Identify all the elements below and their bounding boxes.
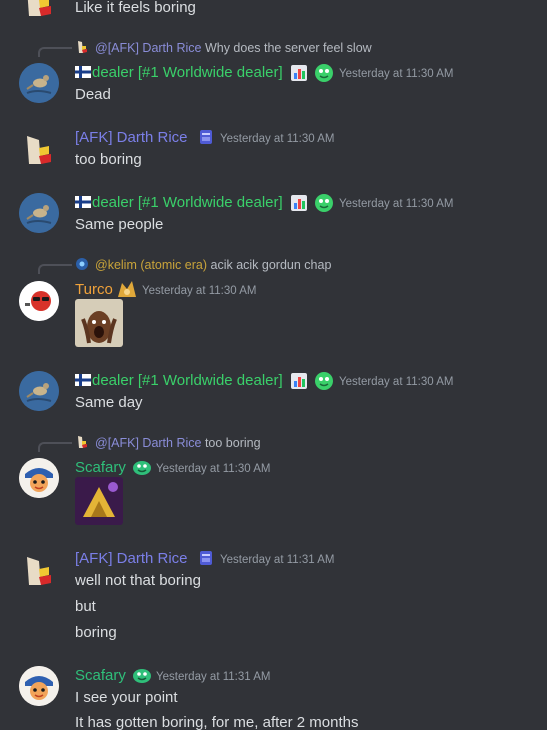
timestamp: Yesterday at 11:30 AM	[339, 198, 454, 210]
reply-username[interactable]: @[AFK] Darth Rice	[95, 436, 201, 450]
username[interactable]: [AFK] Darth Rice	[75, 129, 188, 147]
shocked-face-image[interactable]	[75, 299, 123, 347]
golden-object-image[interactable]	[75, 477, 123, 525]
message-text: well not that boring	[75, 572, 201, 589]
username[interactable]: dealer [#1 Worldwide dealer]	[75, 372, 283, 390]
timestamp: Yesterday at 11:30 AM	[142, 285, 257, 297]
username-text: dealer [#1 Worldwide dealer]	[92, 372, 283, 389]
dealer-avatar[interactable]	[19, 371, 59, 411]
reply-preview[interactable]: @[AFK] Darth Rice too boring	[75, 435, 261, 451]
reply-text: acik acik gordun chap	[210, 258, 332, 272]
username[interactable]: [AFK] Darth Rice	[75, 550, 188, 568]
darth-rice-mini-avatar	[78, 41, 87, 53]
reply-connector	[38, 442, 72, 452]
username[interactable]: Turco	[75, 281, 113, 299]
message-text: Dead	[75, 86, 111, 103]
bar-chart-badge-icon[interactable]	[290, 194, 308, 212]
reply-preview[interactable]: @[AFK] Darth Rice Why does the server fe…	[75, 40, 372, 56]
reply-username[interactable]: @[AFK] Darth Rice	[95, 41, 201, 55]
reply-preview[interactable]: @kelim (atomic era) acik acik gordun cha…	[75, 257, 331, 273]
timestamp: Yesterday at 11:31 AM	[220, 554, 335, 566]
username[interactable]: Scafary	[75, 459, 126, 477]
reply-connector	[38, 47, 72, 57]
username[interactable]: dealer [#1 Worldwide dealer]	[75, 194, 283, 212]
username-text: dealer [#1 Worldwide dealer]	[92, 64, 283, 81]
message-text: but	[75, 598, 96, 615]
reply-username[interactable]: @kelim (atomic era)	[95, 258, 207, 272]
green-creature-badge-icon[interactable]	[314, 371, 334, 391]
username[interactable]: Scafary	[75, 667, 126, 685]
gold-badge-icon[interactable]	[116, 279, 138, 299]
reply-text: Why does the server feel slow	[204, 41, 372, 55]
timestamp: Yesterday at 11:30 AM	[156, 463, 271, 475]
kelim-mini-avatar	[76, 258, 88, 270]
reply-connector	[38, 264, 72, 274]
bar-chart-badge-icon[interactable]	[290, 372, 308, 390]
timestamp: Yesterday at 11:30 AM	[220, 133, 335, 145]
message-text: It has gotten boring, for me, after 2 mo…	[75, 714, 359, 730]
darth-rice-avatar[interactable]	[19, 551, 59, 591]
scafary-avatar[interactable]	[19, 458, 59, 498]
message-text: Same people	[75, 216, 164, 233]
darth-rice-mini-avatar	[78, 436, 87, 448]
green-creature-badge-icon[interactable]	[314, 63, 334, 83]
reply-text: too boring	[204, 436, 261, 450]
username[interactable]: dealer [#1 Worldwide dealer]	[75, 64, 283, 82]
message-text: boring	[75, 624, 117, 641]
scafary-avatar[interactable]	[19, 666, 59, 706]
dealer-avatar[interactable]	[19, 193, 59, 233]
message-text: Same day	[75, 394, 143, 411]
green-creature-badge-icon[interactable]	[314, 193, 334, 213]
blue-card-badge-icon[interactable]	[197, 128, 215, 146]
finland-flag-icon	[75, 66, 91, 78]
username-text: dealer [#1 Worldwide dealer]	[92, 194, 283, 211]
timestamp: Yesterday at 11:31 AM	[156, 671, 271, 683]
timestamp: Yesterday at 11:30 AM	[339, 376, 454, 388]
finland-flag-icon	[75, 196, 91, 208]
darth-rice-avatar[interactable]	[19, 0, 59, 22]
finland-flag-icon	[75, 374, 91, 386]
message-text: too boring	[75, 151, 142, 168]
turco-avatar[interactable]	[19, 281, 59, 321]
green-creature-badge-icon[interactable]	[132, 458, 152, 476]
blue-card-badge-icon[interactable]	[197, 549, 215, 567]
message-text: Like it feels boring	[75, 0, 196, 16]
green-creature-badge-icon[interactable]	[132, 666, 152, 684]
chat-message-list: Like it feels boring @[AFK] Darth Rice W…	[0, 0, 547, 730]
timestamp: Yesterday at 11:30 AM	[339, 68, 454, 80]
dealer-avatar[interactable]	[19, 63, 59, 103]
bar-chart-badge-icon[interactable]	[290, 64, 308, 82]
darth-rice-avatar[interactable]	[19, 130, 59, 170]
message-text: I see your point	[75, 689, 178, 706]
